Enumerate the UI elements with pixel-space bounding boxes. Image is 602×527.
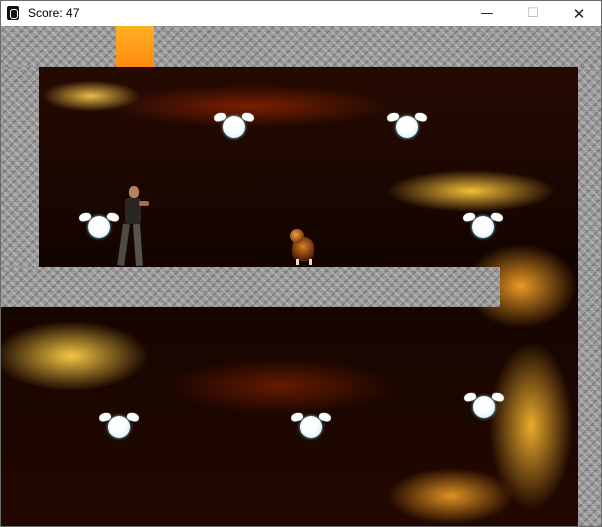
maximize-icon: ☐ [527, 6, 539, 21]
coin [213, 111, 255, 141]
coin [462, 211, 504, 241]
player-character [117, 186, 153, 268]
coin [290, 411, 332, 441]
minimize-icon: — [480, 6, 494, 21]
close-button[interactable]: ✕ [556, 1, 601, 26]
stone-ceiling [1, 26, 601, 67]
dog-enemy [288, 229, 320, 267]
stone-left-wall [1, 67, 39, 267]
lava-opening [116, 26, 154, 67]
window-title: Score: 47 [28, 6, 80, 20]
coin [98, 411, 140, 441]
title-bar[interactable]: Score: 47 — ☐ ✕ [1, 1, 601, 26]
coin [386, 111, 428, 141]
close-icon: ✕ [572, 4, 586, 23]
game-window: Score: 47 — ☐ ✕ [0, 0, 602, 527]
coin [463, 391, 505, 421]
maximize-button[interactable]: ☐ [510, 1, 556, 26]
stone-right-wall [578, 67, 601, 526]
minimize-button[interactable]: — [464, 1, 510, 26]
stone-floor-platform [1, 267, 500, 307]
game-canvas[interactable] [1, 26, 601, 526]
coin [78, 211, 120, 241]
app-icon [7, 6, 19, 20]
